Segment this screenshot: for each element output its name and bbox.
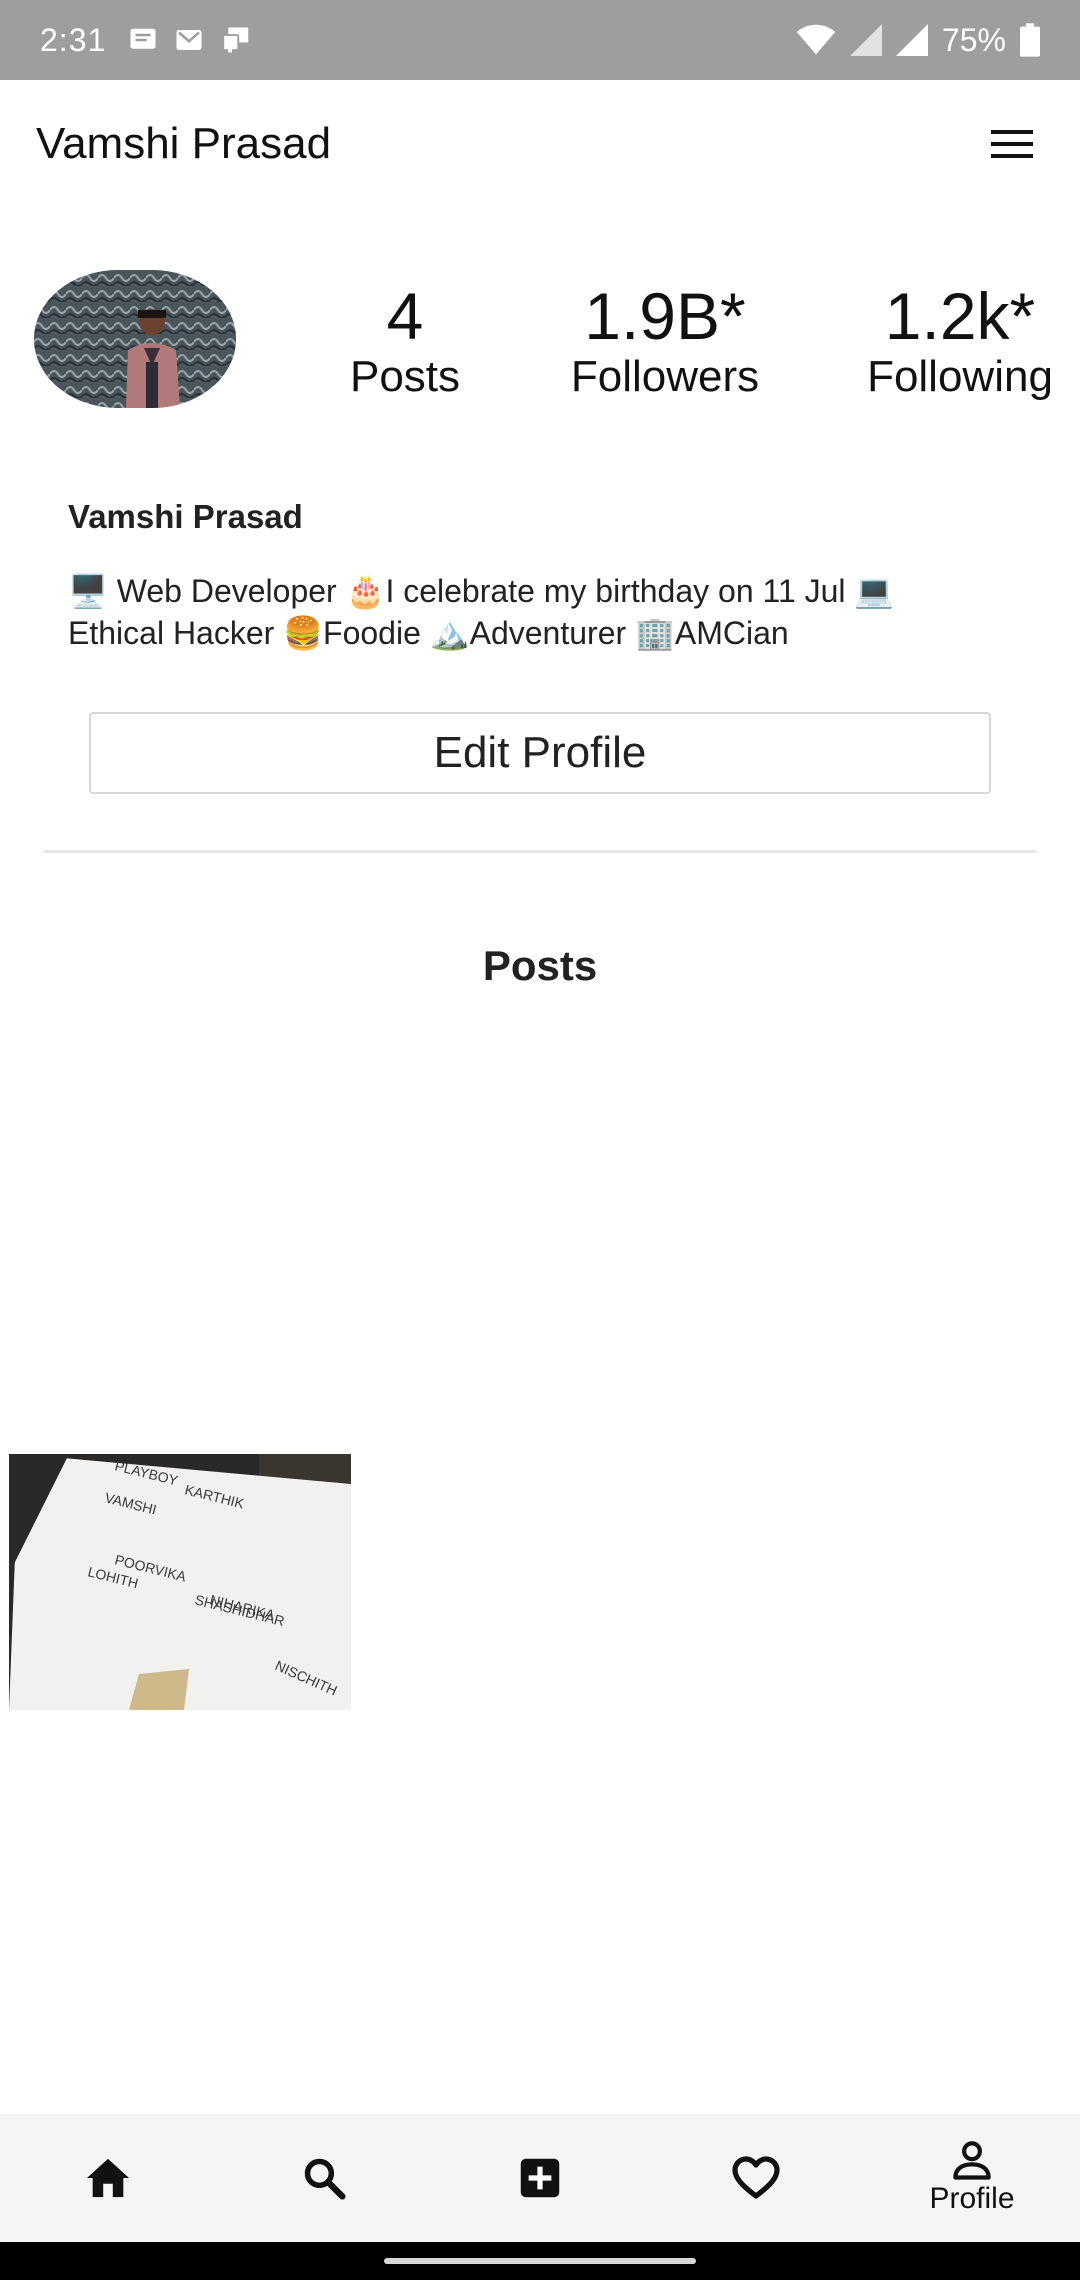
- gmail-icon: [176, 30, 202, 50]
- following-stat[interactable]: 1.2k* Following: [860, 280, 1060, 402]
- hamburger-menu-icon: [991, 130, 1033, 158]
- edit-profile-button[interactable]: Edit Profile: [89, 712, 991, 794]
- bottom-navigation: Profile: [0, 2114, 1080, 2242]
- divider: [44, 850, 1036, 853]
- status-time: 2:31: [40, 21, 107, 58]
- add-box-icon: [520, 2158, 560, 2198]
- app-notification-icon: [222, 27, 249, 53]
- profile-summary: 4 Posts 1.9B* Followers 1.2k* Following: [0, 270, 1080, 410]
- heart-icon: [732, 2156, 780, 2199]
- notification-icons: [128, 25, 254, 55]
- posts-count: 4: [386, 279, 424, 353]
- followers-label: Followers: [570, 352, 760, 401]
- signal-icon: [849, 24, 882, 56]
- following-label: Following: [867, 352, 1053, 401]
- search-icon: [304, 2158, 346, 2200]
- battery-icon: [1020, 23, 1040, 57]
- wifi-icon: [796, 24, 836, 55]
- following-count: 1.2k*: [884, 279, 1036, 353]
- message-icon: [130, 28, 156, 49]
- posts-heading: Posts: [482, 942, 598, 989]
- bio-name: Vamshi Prasad: [68, 498, 303, 535]
- status-left: 2:31: [40, 22, 254, 59]
- nav-profile-label: Profile: [929, 2182, 1015, 2215]
- nav-home[interactable]: [0, 2114, 216, 2242]
- gesture-navigation-bar: [0, 2242, 1080, 2280]
- status-bar: 2:31 75%: [0, 0, 1080, 80]
- followers-count: 1.9B*: [584, 279, 746, 353]
- battery-percent: 75%: [941, 21, 1006, 58]
- signal-icon-2: [895, 24, 928, 56]
- avatar-photo: [34, 270, 236, 408]
- nav-add-post[interactable]: [432, 2114, 648, 2242]
- app-header: Vamshi Prasad: [0, 80, 1080, 208]
- post-photo: PLAYBOY KARTHIK VAMSHI POORVIKA NIHARIKA…: [9, 1454, 351, 1710]
- home-gesture-handle[interactable]: [384, 2258, 696, 2264]
- menu-button[interactable]: [980, 112, 1044, 176]
- home-icon: [86, 2158, 130, 2198]
- nav-profile[interactable]: Profile: [864, 2114, 1080, 2242]
- post-thumbnail[interactable]: PLAYBOY KARTHIK VAMSHI POORVIKA NIHARIKA…: [9, 1454, 351, 1710]
- nav-activity[interactable]: [648, 2114, 864, 2242]
- bio-text: 🖥️ Web Developer 🎂I celebrate my birthda…: [68, 573, 895, 651]
- page-title: Vamshi Prasad: [36, 119, 332, 168]
- posts-stat: 4 Posts: [340, 280, 470, 402]
- followers-stat[interactable]: 1.9B* Followers: [560, 280, 770, 402]
- person-icon: [953, 2141, 991, 2180]
- posts-label: Posts: [349, 352, 461, 401]
- status-right: 75%: [796, 22, 1040, 59]
- avatar[interactable]: [34, 270, 236, 408]
- nav-search[interactable]: [216, 2114, 432, 2242]
